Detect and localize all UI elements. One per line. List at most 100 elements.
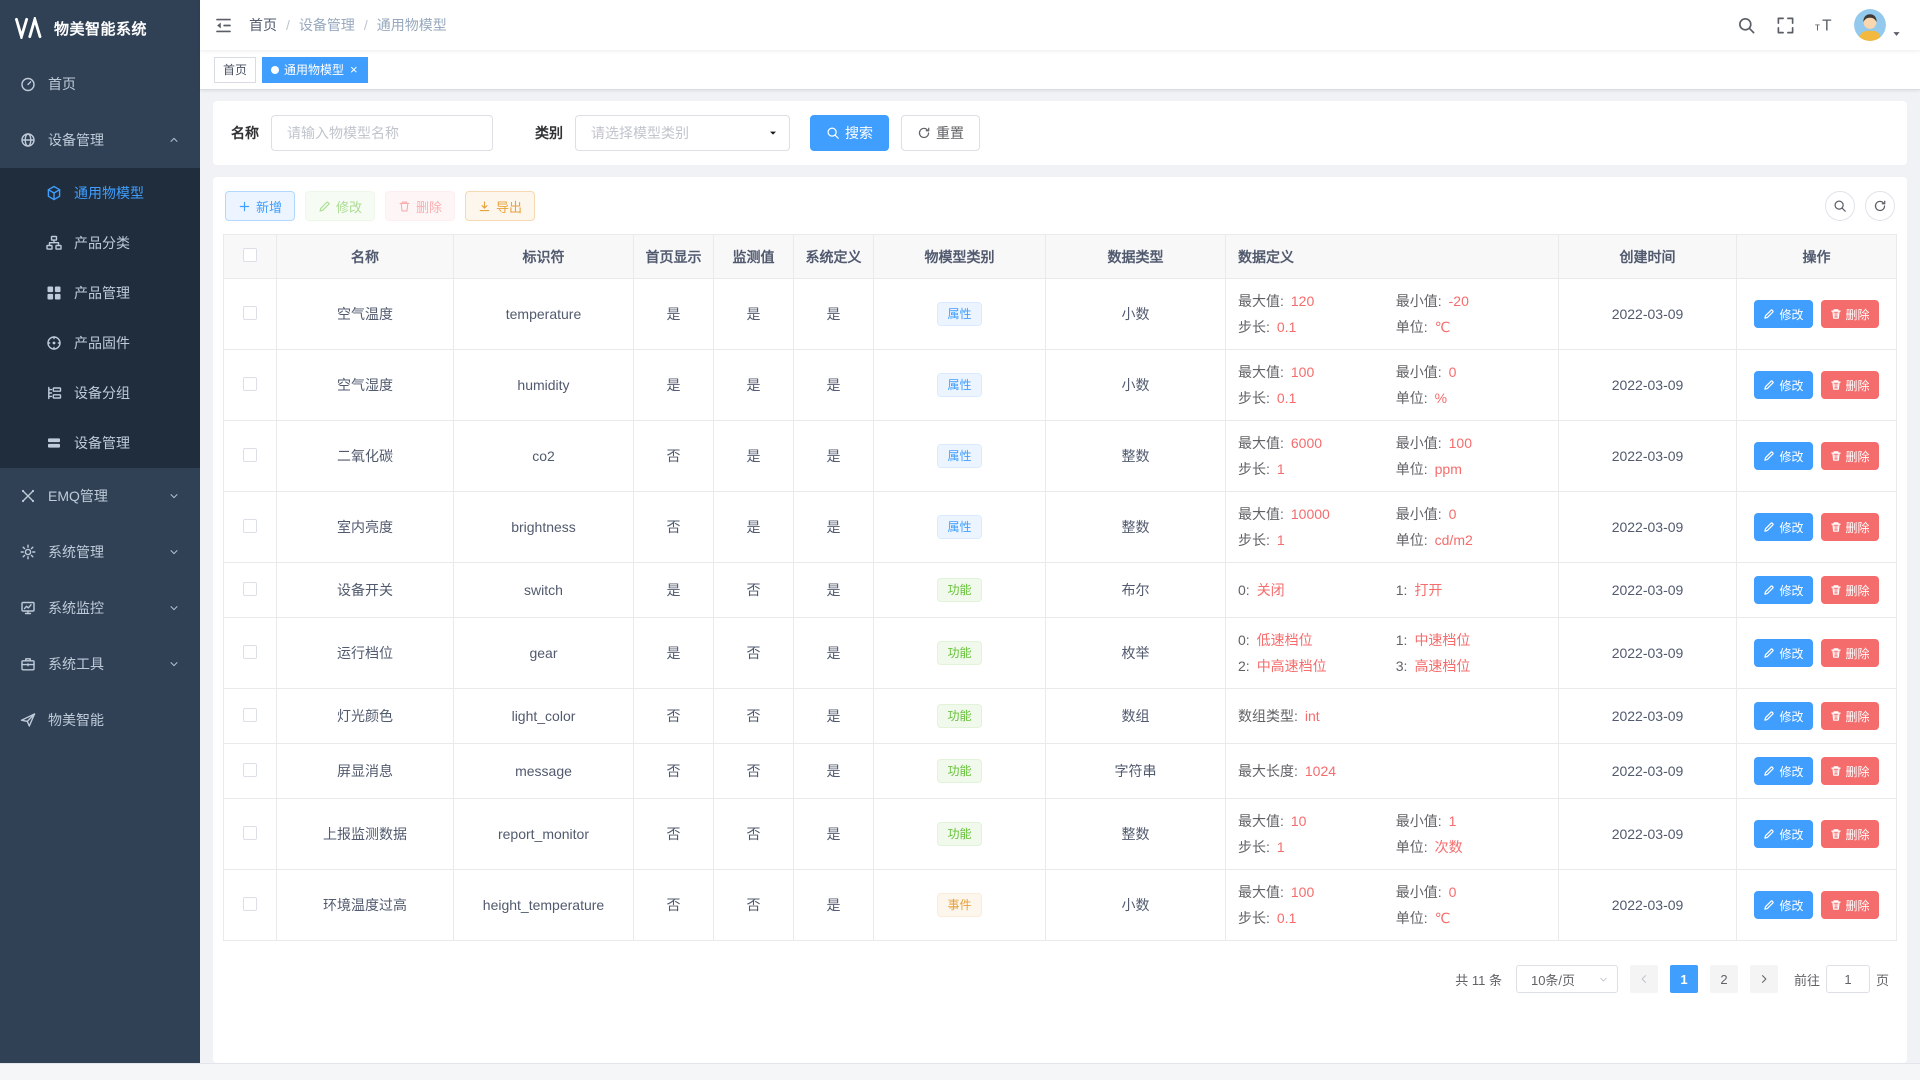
sidebar-item-thing-model[interactable]: 通用物模型 — [0, 168, 200, 218]
reset-button-label: 重置 — [936, 123, 964, 143]
sidebar-toggle-icon[interactable] — [214, 16, 233, 35]
row-edit-button[interactable]: 修改 — [1754, 891, 1812, 919]
row-checkbox[interactable] — [243, 763, 257, 777]
chevron-down-icon — [767, 127, 779, 139]
breadcrumb-item[interactable]: 首页 — [249, 15, 277, 35]
row-edit-button[interactable]: 修改 — [1754, 757, 1812, 785]
row-delete-label: 删除 — [1846, 582, 1870, 599]
show-search-button[interactable] — [1825, 191, 1855, 221]
row-delete-button[interactable]: 删除 — [1821, 576, 1879, 604]
pagination-page-2[interactable]: 2 — [1710, 965, 1738, 993]
row-edit-button[interactable]: 修改 — [1754, 513, 1812, 541]
select-all-checkbox[interactable] — [243, 248, 257, 262]
row-data-type: 小数 — [1046, 870, 1226, 941]
row-delete-button[interactable]: 删除 — [1821, 702, 1879, 730]
sidebar-item-product-firmware[interactable]: 产品固件 — [0, 318, 200, 368]
row-identifier: message — [454, 744, 634, 799]
definition-label: 步长: — [1238, 390, 1270, 406]
export-button[interactable]: 导出 — [465, 191, 535, 221]
chevron-up-icon — [168, 134, 180, 146]
pagination-next-button[interactable] — [1750, 965, 1778, 993]
row-home-display: 否 — [634, 492, 714, 563]
row-edit-button[interactable]: 修改 — [1754, 371, 1812, 399]
pagination-page-1[interactable]: 1 — [1670, 965, 1698, 993]
sidebar-item-product-management[interactable]: 产品管理 — [0, 268, 200, 318]
row-edit-button[interactable]: 修改 — [1754, 820, 1812, 848]
page-size-select[interactable]: 10条/页 — [1516, 965, 1618, 993]
row-checkbox[interactable] — [243, 582, 257, 596]
row-category: 事件 — [874, 870, 1046, 941]
reset-button[interactable]: 重置 — [901, 115, 980, 151]
user-menu[interactable] — [1854, 9, 1902, 41]
app-logo: 物美智能系统 — [0, 0, 200, 56]
row-delete-button[interactable]: 删除 — [1821, 513, 1879, 541]
sidebar-item-wumei-smart[interactable]: 物美智能 — [0, 692, 200, 748]
trash-icon — [1830, 647, 1842, 659]
tab-首页[interactable]: 首页 — [214, 57, 256, 83]
row-created-time: 2022-03-09 — [1559, 279, 1737, 350]
avatar[interactable] — [1854, 9, 1886, 41]
select-all-header — [224, 235, 277, 279]
row-edit-button[interactable]: 修改 — [1754, 442, 1812, 470]
sidebar-item-device-group[interactable]: 设备分组 — [0, 368, 200, 418]
sidebar-item-device-manage[interactable]: 设备管理 — [0, 418, 200, 468]
category-tag: 属性 — [937, 444, 981, 468]
row-delete-button[interactable]: 删除 — [1821, 639, 1879, 667]
edit-button[interactable]: 修改 — [305, 191, 375, 221]
definition-label: 步长: — [1238, 910, 1270, 926]
sidebar-item-emq-management[interactable]: EMQ管理 — [0, 468, 200, 524]
row-edit-label: 修改 — [1779, 306, 1803, 323]
sidebar-item-system-monitor[interactable]: 系统监控 — [0, 580, 200, 636]
row-edit-button[interactable]: 修改 — [1754, 300, 1812, 328]
sidebar-item-system-tools[interactable]: 系统工具 — [0, 636, 200, 692]
row-delete-button[interactable]: 删除 — [1821, 442, 1879, 470]
sidebar-item-product-category[interactable]: 产品分类 — [0, 218, 200, 268]
row-edit-button[interactable]: 修改 — [1754, 576, 1812, 604]
definition-label: 单位: — [1396, 390, 1428, 406]
row-edit-button[interactable]: 修改 — [1754, 702, 1812, 730]
row-checkbox[interactable] — [243, 306, 257, 320]
caret-down-icon — [1891, 28, 1902, 39]
delete-button[interactable]: 删除 — [385, 191, 455, 221]
font-size-icon[interactable]: тT — [1815, 16, 1834, 35]
fullscreen-icon[interactable] — [1776, 16, 1795, 35]
search-button[interactable]: 搜索 — [810, 115, 889, 151]
row-delete-button[interactable]: 删除 — [1821, 371, 1879, 399]
row-data-definition: 最大值:120最小值:-20步长:0.1单位:℃ — [1226, 279, 1559, 350]
category-filter-select[interactable]: 请选择模型类别 — [575, 115, 790, 151]
row-delete-button[interactable]: 删除 — [1821, 757, 1879, 785]
row-delete-button[interactable]: 删除 — [1821, 891, 1879, 919]
row-edit-button[interactable]: 修改 — [1754, 639, 1812, 667]
sidebar-item-device-management[interactable]: 设备管理 — [0, 112, 200, 168]
definition-value: -20 — [1449, 293, 1469, 309]
definition-value: 100 — [1291, 884, 1314, 900]
row-select-cell — [224, 279, 277, 350]
search-icon — [1833, 199, 1847, 213]
refresh-button[interactable] — [1865, 191, 1895, 221]
row-delete-button[interactable]: 删除 — [1821, 300, 1879, 328]
definition-label: 步长: — [1238, 461, 1270, 477]
tab-通用物模型[interactable]: 通用物模型× — [262, 57, 368, 83]
goto-page-input[interactable] — [1826, 965, 1870, 993]
tab-close-icon[interactable]: × — [349, 63, 359, 76]
row-monitor-value: 是 — [714, 279, 794, 350]
row-checkbox[interactable] — [243, 448, 257, 462]
pagination-prev-button[interactable] — [1630, 965, 1658, 993]
monitor-icon — [20, 600, 36, 616]
sidebar-item-system-management[interactable]: 系统管理 — [0, 524, 200, 580]
search-icon[interactable] — [1737, 16, 1756, 35]
sidebar-item-home[interactable]: 首页 — [0, 56, 200, 112]
row-checkbox[interactable] — [243, 645, 257, 659]
row-edit-label: 修改 — [1779, 448, 1803, 465]
add-button[interactable]: 新增 — [225, 191, 295, 221]
row-checkbox[interactable] — [243, 519, 257, 533]
row-checkbox[interactable] — [243, 897, 257, 911]
row-name: 环境温度过高 — [277, 870, 454, 941]
row-checkbox[interactable] — [243, 708, 257, 722]
row-monitor-value: 否 — [714, 744, 794, 799]
definition-item: 步长:0.1 — [1238, 388, 1396, 408]
row-checkbox[interactable] — [243, 377, 257, 391]
name-filter-input[interactable] — [271, 115, 493, 151]
row-checkbox[interactable] — [243, 826, 257, 840]
row-delete-button[interactable]: 删除 — [1821, 820, 1879, 848]
